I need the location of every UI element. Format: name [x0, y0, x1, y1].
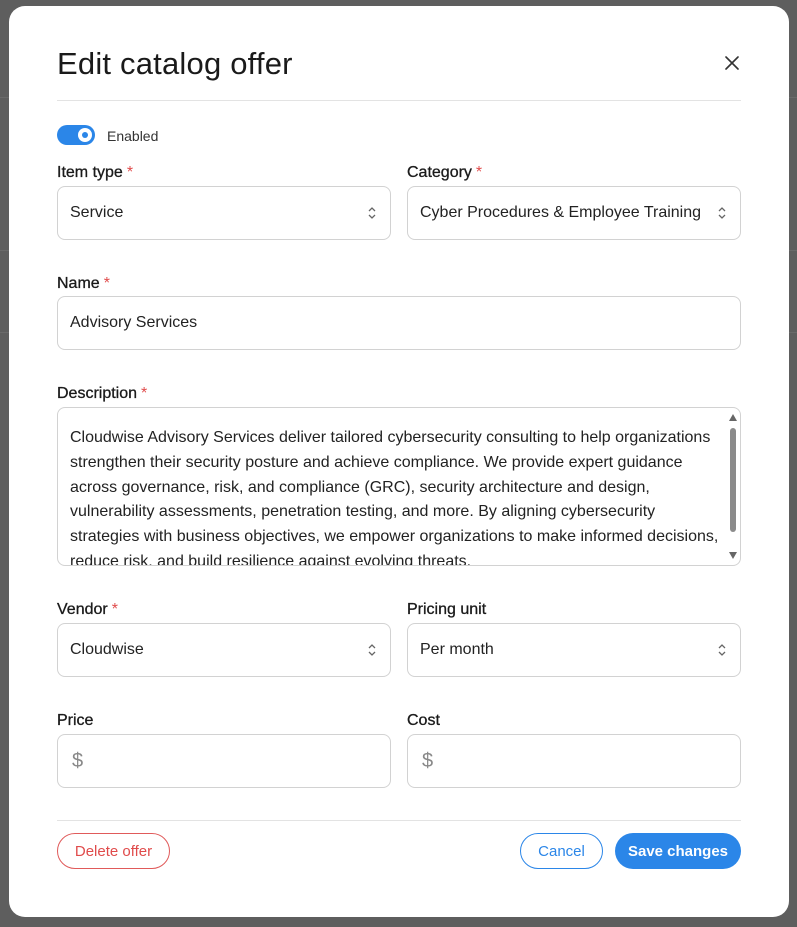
vendor-label: Vendor *	[57, 601, 118, 618]
category-label: Category *	[407, 164, 483, 181]
enabled-label: Enabled	[107, 128, 159, 144]
description-textarea[interactable]: Cloudwise Advisory Services deliver tail…	[57, 407, 741, 566]
edit-catalog-offer-dialog: Edit catalog offer Enabled Item type * Se…	[9, 6, 789, 917]
pricing-unit-select[interactable]: Per month	[407, 623, 741, 677]
description-value: Cloudwise Advisory Services deliver tail…	[70, 429, 719, 566]
category-select[interactable]: Cyber Procedures & Employee Training	[407, 186, 741, 240]
pricing-unit-value: Per month	[420, 641, 494, 658]
enabled-toggle[interactable]	[57, 125, 95, 145]
scroll-up-arrow-icon[interactable]	[729, 414, 737, 421]
chevron-up-down-icon	[718, 207, 726, 219]
pricing-unit-label: Pricing unit	[407, 601, 487, 618]
chevron-up-down-icon	[718, 644, 726, 656]
item-type-select[interactable]: Service	[57, 186, 391, 240]
cost-input[interactable]: $	[407, 734, 741, 788]
category-value: Cyber Procedures & Employee Training	[420, 204, 702, 221]
currency-prefix: $	[72, 749, 84, 772]
required-marker: *	[126, 164, 134, 181]
dialog-title: Edit catalog offer	[57, 46, 293, 81]
description-scrollbar[interactable]	[726, 408, 740, 565]
price-label: Price	[57, 712, 94, 729]
scroll-down-arrow-icon[interactable]	[729, 552, 737, 559]
delete-offer-button[interactable]: Delete offer	[57, 833, 170, 869]
required-marker: *	[103, 275, 110, 292]
item-type-value: Service	[70, 204, 124, 221]
currency-prefix: $	[422, 749, 434, 772]
name-value: Advisory Services	[70, 314, 198, 331]
vendor-value: Cloudwise	[70, 641, 144, 658]
close-button[interactable]	[719, 50, 745, 76]
price-input[interactable]: $	[57, 734, 391, 788]
required-marker: *	[111, 601, 118, 618]
chevron-up-down-icon	[368, 207, 376, 219]
header-divider	[57, 100, 741, 101]
toggle-knob	[78, 128, 92, 142]
close-icon	[725, 56, 739, 70]
required-marker: *	[141, 385, 148, 402]
description-label: Description *	[57, 385, 148, 402]
vendor-select[interactable]: Cloudwise	[57, 623, 391, 677]
required-marker: *	[475, 164, 483, 181]
name-label: Name *	[57, 275, 110, 292]
cancel-button[interactable]: Cancel	[520, 833, 603, 869]
save-changes-button[interactable]: Save changes	[615, 833, 741, 869]
cost-label: Cost	[407, 712, 440, 729]
chevron-up-down-icon	[368, 644, 376, 656]
footer-divider	[57, 820, 741, 821]
name-input[interactable]: Advisory Services	[57, 296, 741, 350]
scrollbar-thumb[interactable]	[730, 428, 736, 532]
item-type-label: Item type *	[57, 164, 134, 181]
